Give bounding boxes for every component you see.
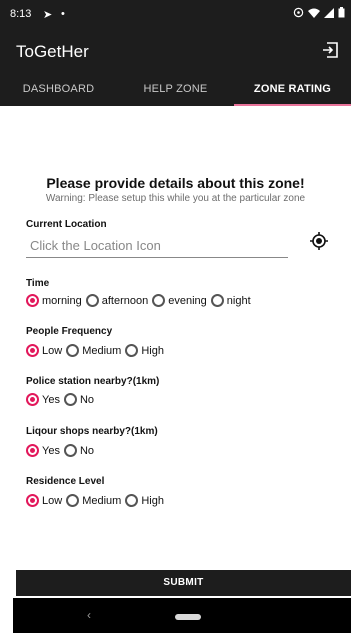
people-frequency-option-high[interactable]: High (125, 344, 164, 357)
time-option-morning[interactable]: morning (26, 294, 82, 307)
wifi-icon (308, 8, 320, 18)
time-label: Time (26, 278, 50, 289)
liquor-shops-radio-group: Yes No (26, 444, 98, 457)
radio-button[interactable] (125, 494, 139, 507)
liquor-shops-option-no[interactable]: No (63, 444, 95, 457)
residence-level-option-medium[interactable]: Medium (66, 494, 121, 507)
people-frequency-radio-group: Low Medium High (26, 344, 168, 357)
police-station-option-no[interactable]: No (63, 393, 95, 406)
radio-button[interactable] (125, 344, 139, 357)
radio-button[interactable] (152, 294, 166, 307)
current-location-label: Current Location (26, 219, 107, 230)
liquor-shops-option-yes[interactable]: Yes (26, 444, 60, 457)
people-frequency-option-medium[interactable]: Medium (66, 344, 121, 357)
radio-label: Yes (42, 444, 60, 457)
time-radio-group: morning afternoon evening night (26, 294, 255, 307)
radio-button[interactable] (66, 494, 80, 507)
people-frequency-option-low[interactable]: Low (26, 344, 62, 357)
location-input[interactable] (26, 234, 288, 258)
radio-button[interactable] (66, 344, 80, 357)
residence-level-radio-group: Low Medium High (26, 494, 168, 507)
radio-label: Low (42, 494, 63, 507)
system-nav-bar: ‹ (13, 598, 351, 633)
time-option-evening[interactable]: evening (152, 294, 207, 307)
police-station-radio-group: Yes No (26, 393, 98, 406)
radio-label: morning (42, 294, 82, 307)
police-station-label: Police station nearby?(1km) (26, 376, 160, 387)
form-warning: Warning: Please setup this while you at … (45, 193, 306, 204)
radio-label: Yes (42, 393, 60, 406)
residence-level-option-high[interactable]: High (125, 494, 164, 507)
navigation-icon: ➤ (43, 9, 53, 21)
time-option-night[interactable]: night (210, 294, 251, 307)
radio-button[interactable] (63, 444, 77, 457)
radio-label: Medium (82, 494, 122, 507)
radio-button[interactable] (26, 444, 39, 457)
form-heading: Please provide details about this zone! (46, 175, 305, 191)
radio-button[interactable] (26, 294, 39, 307)
app-title: ToGetHer (16, 42, 89, 61)
tab-zone-rating[interactable]: ZONE RATING (234, 74, 351, 106)
radio-label: afternoon (101, 294, 149, 307)
residence-level-label: Residence Level (26, 476, 105, 487)
radio-button[interactable] (26, 393, 39, 406)
tab-dashboard[interactable]: DASHBOARD (0, 74, 117, 106)
people-frequency-label: People Frequency (26, 326, 113, 337)
status-bar: 8:13 ➤ • (0, 0, 351, 28)
battery-icon (338, 7, 345, 18)
back-icon[interactable]: ‹ (87, 608, 91, 622)
tab-bar: DASHBOARD HELP ZONE ZONE RATING (0, 74, 351, 106)
location-target-icon[interactable] (309, 231, 329, 251)
radio-label: Medium (82, 344, 122, 357)
radio-label: No (79, 393, 95, 406)
radio-label: High (141, 494, 164, 507)
radio-label: night (226, 294, 251, 307)
alarm-icon (293, 7, 304, 18)
submit-button[interactable]: SUBMIT (16, 570, 351, 596)
radio-label: evening (168, 294, 207, 307)
tab-help-zone[interactable]: HELP ZONE (117, 74, 234, 106)
radio-button[interactable] (63, 393, 77, 406)
logout-icon[interactable] (321, 41, 339, 59)
liquor-shops-label: Liqour shops nearby?(1km) (26, 426, 158, 437)
home-pill-icon[interactable] (175, 614, 201, 620)
radio-button[interactable] (210, 294, 224, 307)
radio-button[interactable] (26, 344, 39, 357)
active-tab-indicator (234, 104, 351, 106)
time-option-afternoon[interactable]: afternoon (85, 294, 149, 307)
radio-button[interactable] (26, 494, 39, 507)
status-time: 8:13 (10, 8, 32, 20)
radio-label: No (79, 444, 95, 457)
radio-button[interactable] (85, 294, 99, 307)
status-icons (293, 7, 345, 18)
radio-label: High (141, 344, 164, 357)
signal-icon (324, 7, 334, 18)
residence-level-option-low[interactable]: Low (26, 494, 62, 507)
notification-dot: • (61, 8, 65, 20)
police-station-option-yes[interactable]: Yes (26, 393, 60, 406)
app-bar: ToGetHer (0, 28, 351, 74)
radio-label: Low (42, 344, 63, 357)
